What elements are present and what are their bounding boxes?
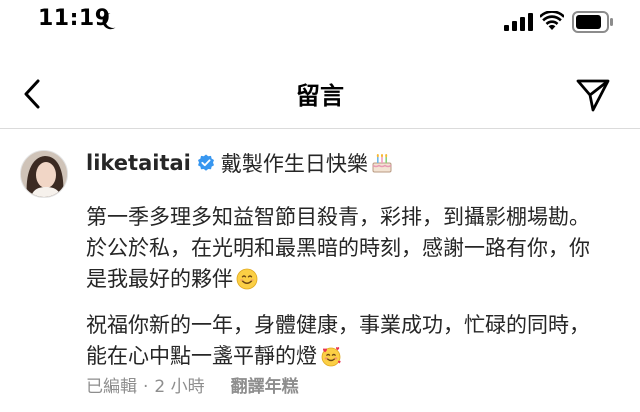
comment-line: 能在心中點一盞平靜的燈 bbox=[86, 344, 317, 368]
comment-line: 祝福你新的一年，身體健康，事業成功，忙碌的同時， bbox=[86, 313, 590, 337]
birthday-cake-emoji-icon bbox=[372, 154, 392, 173]
send-button[interactable] bbox=[572, 74, 614, 116]
comment-line-with-emoji: 能在心中點一盞平靜的燈 bbox=[86, 341, 626, 372]
nav-bar: 留言 bbox=[0, 64, 640, 124]
comments-screen: 11:19 留言 liketaitai 戴製作生日快樂 第一季多理多知益智節目殺… bbox=[0, 0, 640, 412]
smiling-face-with-hearts-emoji-icon bbox=[321, 347, 341, 367]
comment-line: 於公於私，在光明和最黑暗的時刻，感謝一路有你，你 bbox=[86, 236, 590, 260]
avatar-image bbox=[21, 151, 67, 197]
smiling-face-emoji-icon bbox=[236, 268, 258, 290]
verified-badge-icon bbox=[197, 154, 214, 171]
translate-link[interactable]: 翻譯年糕 bbox=[231, 372, 299, 397]
status-bar: 11:19 bbox=[0, 0, 640, 46]
moon-icon bbox=[102, 13, 116, 30]
edited-label: 已編輯 bbox=[86, 377, 137, 397]
header-divider bbox=[0, 128, 640, 129]
comment-caption-header: 戴製作生日快樂 bbox=[220, 152, 368, 176]
battery-icon bbox=[572, 11, 613, 33]
status-time: 11:19 bbox=[38, 6, 111, 31]
comment-timestamp: 2 小時 bbox=[154, 377, 205, 397]
send-icon bbox=[576, 79, 610, 112]
wifi-icon bbox=[540, 11, 564, 30]
comment-meta: 已編輯 · 2 小時 翻譯年糕 bbox=[86, 372, 299, 397]
comment-paragraph-1: 第一季多理多知益智節目殺青，彩排，到攝影棚場勘。 於公於私，在光明和最黑暗的時刻… bbox=[86, 202, 626, 295]
avatar[interactable] bbox=[20, 150, 68, 198]
comment-line: 第一季多理多知益智節目殺青，彩排，到攝影棚場勘。 bbox=[86, 205, 590, 229]
page-title: 留言 bbox=[296, 82, 344, 110]
username-link[interactable]: liketaitai bbox=[86, 151, 191, 175]
comment-paragraph-2: 祝福你新的一年，身體健康，事業成功，忙碌的同時， 能在心中點一盞平靜的燈 bbox=[86, 310, 626, 372]
cellular-signal-icon bbox=[504, 13, 533, 31]
meta-separator: · bbox=[143, 377, 149, 397]
comment-line-with-emoji: 是我最好的夥伴 bbox=[86, 264, 626, 295]
comment-line: 是我最好的夥伴 bbox=[86, 267, 233, 291]
comment-header: liketaitai 戴製作生日快樂 bbox=[86, 148, 393, 178]
